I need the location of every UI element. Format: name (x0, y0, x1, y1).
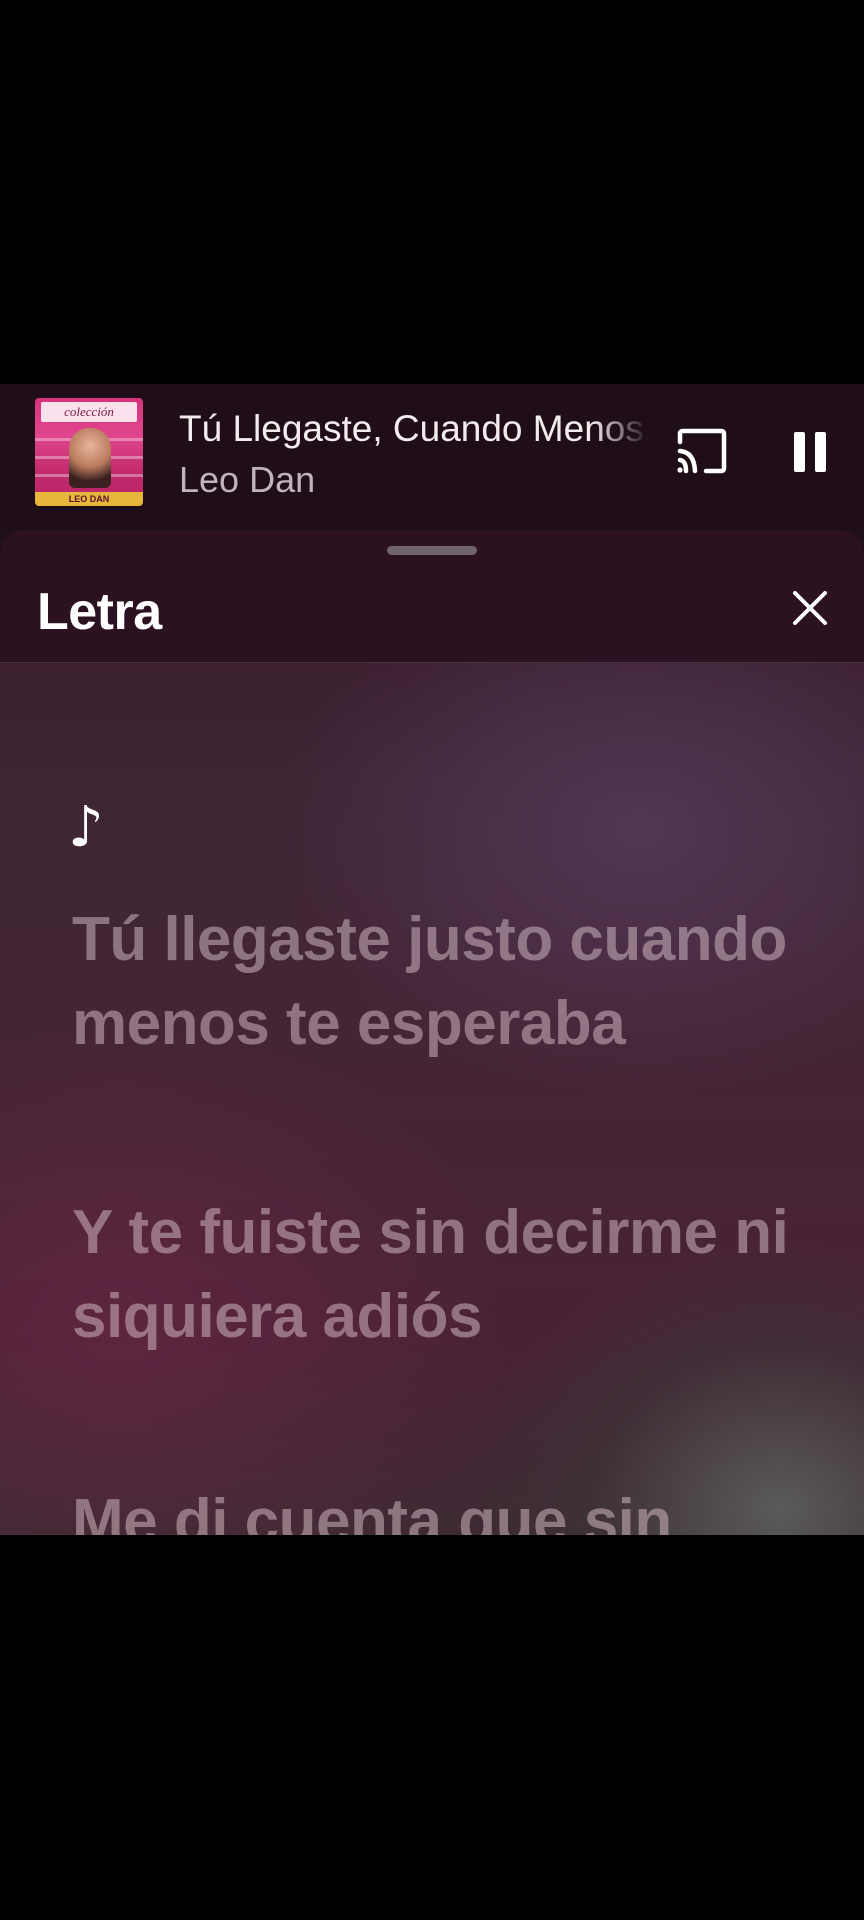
album-art-badge: colección (41, 402, 137, 422)
album-art-band: LEO DAN (35, 492, 143, 506)
lyric-line: Me di cuenta que sin (72, 1487, 672, 1535)
cast-icon (677, 428, 727, 474)
letterbox-bottom (0, 1535, 864, 1920)
lyric-line: Tú llegaste justo cuando menos te espera… (72, 905, 787, 1058)
lyric-line: Y te fuiste sin decirme ni siquiera adió… (72, 1198, 789, 1351)
lyrics-sheet-header: Letra (0, 530, 864, 663)
drag-handle[interactable] (387, 546, 477, 555)
close-button[interactable] (790, 588, 830, 628)
cast-button[interactable] (674, 426, 730, 476)
track-title[interactable]: Tú Llegaste, Cuando Menos Te Esperaba (179, 406, 649, 452)
pause-icon (794, 432, 826, 472)
app-screen: colección LEO DAN Tú Llegaste, Cuando Me… (0, 384, 864, 1535)
pause-button[interactable] (790, 428, 830, 476)
close-icon (793, 591, 827, 625)
album-art[interactable]: colección LEO DAN (35, 398, 143, 506)
lyrics-sheet: Letra ♪ Tú llegaste justo cuando menos t… (0, 530, 864, 1535)
album-art-portrait (69, 428, 111, 488)
lyrics-title: Letra (37, 583, 162, 641)
track-artist[interactable]: Leo Dan (179, 458, 579, 502)
mini-player[interactable]: colección LEO DAN Tú Llegaste, Cuando Me… (0, 384, 864, 530)
music-note-icon: ♪ (68, 795, 104, 860)
letterbox-top (0, 0, 864, 384)
